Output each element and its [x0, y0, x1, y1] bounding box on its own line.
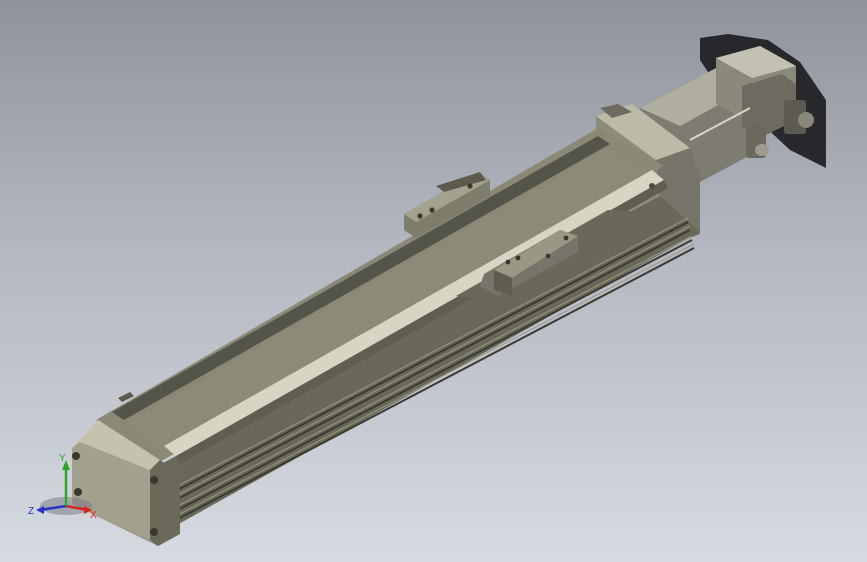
z-axis-label: Z — [28, 506, 34, 517]
axis-triad: X Y Z — [28, 453, 97, 520]
y-axis-label: Y — [59, 453, 66, 464]
cad-viewport[interactable]: X Y Z — [0, 0, 867, 562]
motor-connector-cap — [798, 112, 814, 128]
top-cover-panel — [126, 148, 656, 456]
rear-cap-bolt — [649, 183, 655, 189]
z-axis-arrow — [36, 506, 44, 514]
linear-actuator-model[interactable] — [0, 0, 867, 562]
motor-gland-cap — [755, 144, 769, 156]
x-axis-label: X — [90, 510, 97, 520]
